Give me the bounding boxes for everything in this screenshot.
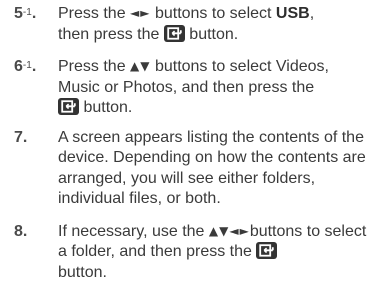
instruction-steps: 5-1. Press the ◄► buttons to select USB,… <box>14 4 370 283</box>
step-number: 7. <box>14 128 28 146</box>
step-text: Press the ▲▼ buttons to select Videos, Mu… <box>58 58 329 116</box>
step-number: 5-1. <box>14 5 37 22</box>
step-8: 8. If necessary, use the ▲▼◄►buttons to … <box>14 222 370 284</box>
enter-button-icon <box>163 24 185 42</box>
step-number: 8. <box>14 222 28 240</box>
enter-button-icon <box>58 98 79 115</box>
step-text: A screen appears listing the contents of… <box>58 128 366 208</box>
direction-arrows-icon: ▲▼◄► <box>208 223 250 238</box>
step-text: If necessary, use the ▲▼◄►buttons to sel… <box>58 222 367 281</box>
enter-button-icon <box>256 242 278 259</box>
step-text: Press the ◄► buttons to select USB, then … <box>58 5 315 43</box>
step-number: 6-1. <box>14 58 37 75</box>
left-right-arrows-icon: ◄► <box>130 6 151 20</box>
step-7: 7. A screen appears listing the contents… <box>14 128 370 210</box>
step-5-1: 5-1. Press the ◄► buttons to select USB,… <box>14 4 370 45</box>
step-6-1: 6-1. Press the ▲▼ buttons to select Vide… <box>14 57 370 119</box>
up-down-arrows-icon: ▲▼ <box>130 59 151 73</box>
usb-label: USB <box>275 5 310 22</box>
